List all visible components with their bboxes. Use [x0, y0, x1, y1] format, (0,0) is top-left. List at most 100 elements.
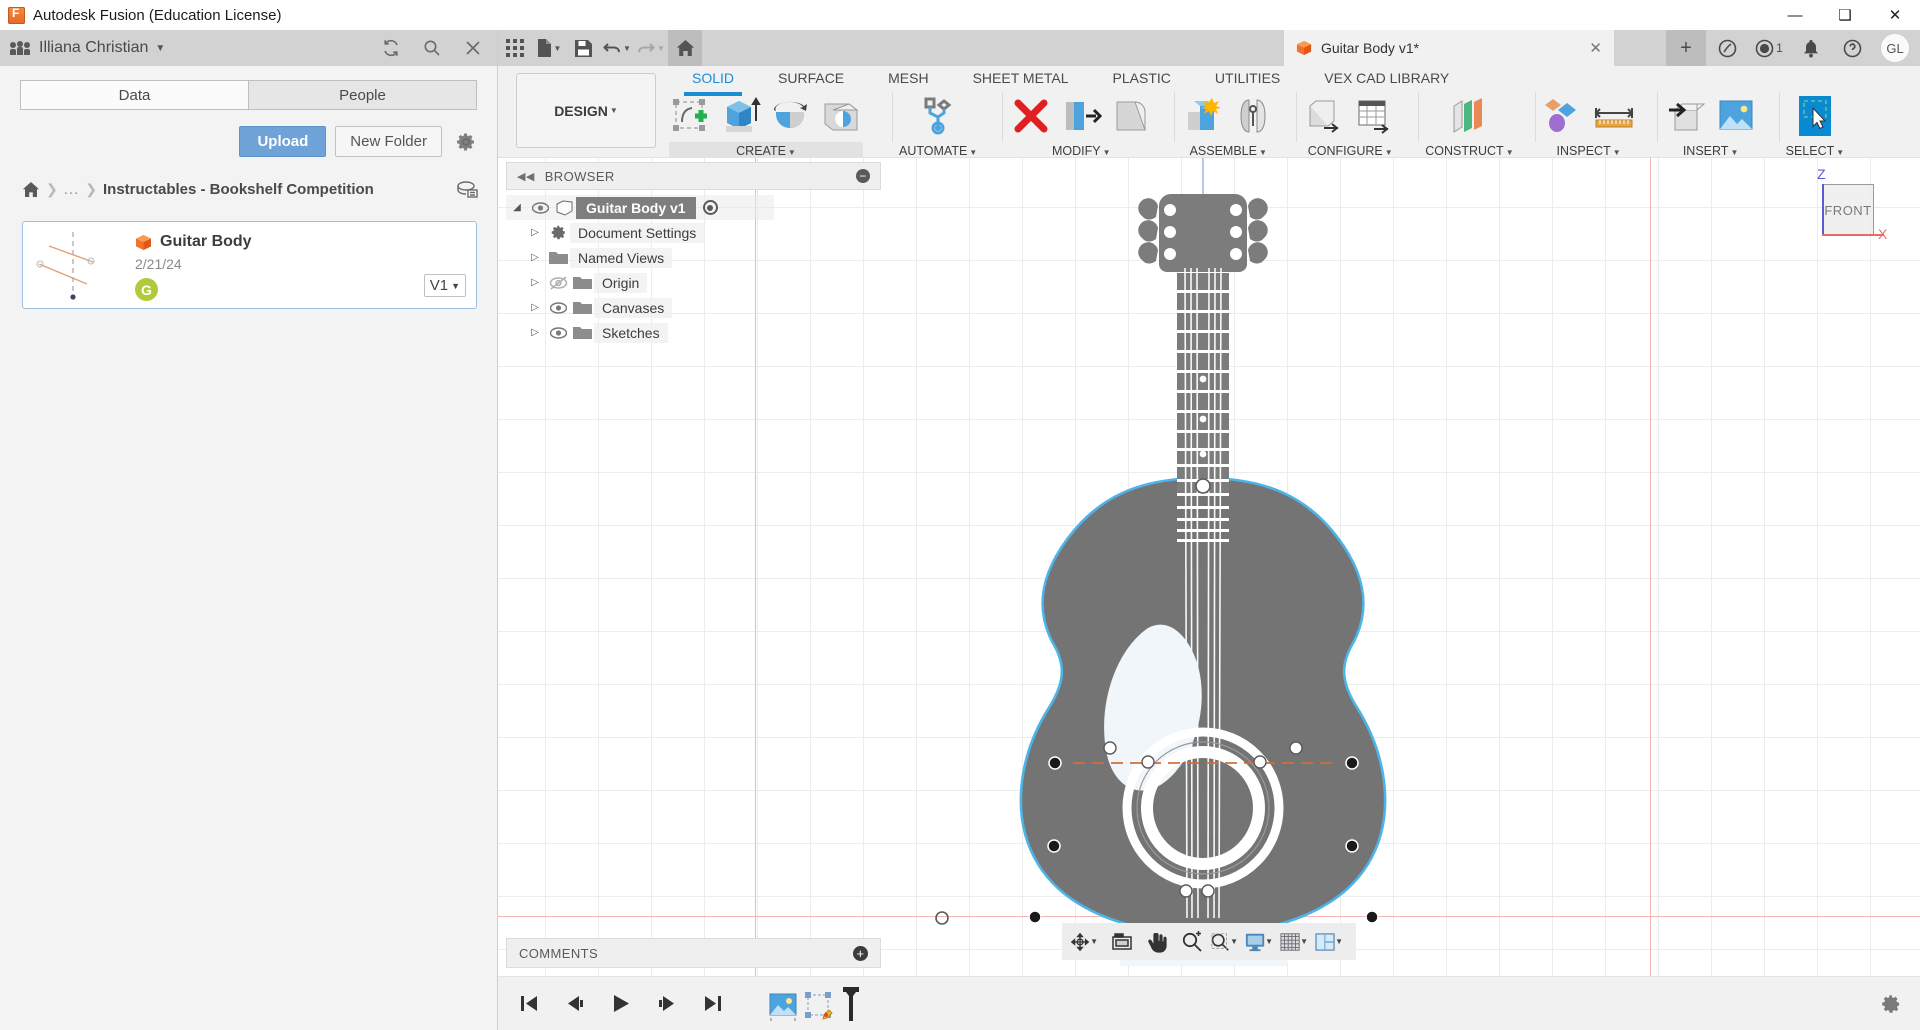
- view-cube-face[interactable]: FRONT: [1822, 184, 1874, 236]
- canvas-feature-icon[interactable]: [768, 991, 798, 1021]
- timeline-marker[interactable]: [840, 986, 862, 1021]
- chevron-down-icon[interactable]: ▼: [155, 43, 165, 54]
- gear-icon[interactable]: [455, 126, 477, 157]
- tab-mesh[interactable]: MESH: [866, 66, 950, 92]
- offset-plane-icon[interactable]: [1447, 94, 1491, 138]
- design-canvas[interactable]: ◀◀ BROWSER − ◢ Guitar Body v1 ▷ Document…: [498, 158, 1920, 976]
- minimize-button[interactable]: —: [1770, 0, 1820, 30]
- document-tab[interactable]: Guitar Body v1* ✕: [1284, 30, 1614, 66]
- tree-node-guitar-body[interactable]: ◢ Guitar Body v1: [506, 195, 774, 220]
- expand-triangle-icon[interactable]: ▷: [524, 252, 546, 263]
- visibility-eye-icon[interactable]: [546, 301, 570, 314]
- new-folder-button[interactable]: New Folder: [335, 126, 442, 157]
- visibility-hidden-icon[interactable]: [546, 275, 570, 290]
- workspace-selector[interactable]: DESIGN ▼: [516, 73, 656, 148]
- tab-sheet-metal[interactable]: SHEET METAL: [951, 66, 1091, 92]
- orbit-icon[interactable]: ▼: [1070, 925, 1103, 958]
- grid-apps-icon[interactable]: [498, 30, 532, 66]
- job-status-icon[interactable]: 1: [1748, 30, 1790, 66]
- tab-utilities[interactable]: UTILITIES: [1193, 66, 1302, 92]
- automate-icon[interactable]: [916, 94, 960, 138]
- press-pull-icon[interactable]: [1059, 94, 1103, 138]
- tab-plastic[interactable]: PLASTIC: [1091, 66, 1193, 92]
- extrude-icon[interactable]: [719, 94, 763, 138]
- tree-node-document-settings[interactable]: ▷ Document Settings: [506, 220, 881, 245]
- viewports-icon[interactable]: ▼: [1315, 925, 1348, 958]
- select-window-icon[interactable]: [1793, 94, 1837, 138]
- notifications-icon[interactable]: [1790, 30, 1832, 66]
- home-icon[interactable]: [22, 181, 40, 198]
- expand-triangle-icon[interactable]: ◢: [506, 202, 528, 213]
- tab-solid[interactable]: SOLID: [670, 66, 756, 96]
- chevron-down-icon: ▼: [451, 280, 460, 291]
- expand-triangle-icon[interactable]: ▷: [524, 302, 546, 313]
- expand-triangle-icon[interactable]: ▷: [524, 277, 546, 288]
- data-card-guitar-body[interactable]: Guitar Body 2/21/24 G V1 ▼: [22, 221, 477, 309]
- delete-icon[interactable]: [1009, 94, 1053, 138]
- joint-icon[interactable]: [1231, 94, 1275, 138]
- activate-component-radio[interactable]: [702, 200, 718, 215]
- step-back-icon[interactable]: [560, 989, 590, 1019]
- tree-node-canvases[interactable]: ▷ Canvases: [506, 295, 881, 320]
- tree-node-sketches[interactable]: ▷ Sketches: [506, 320, 881, 345]
- user-name[interactable]: Illiana Christian: [39, 39, 148, 57]
- extensions-icon[interactable]: [1706, 30, 1748, 66]
- section-analysis-icon[interactable]: [1542, 94, 1586, 138]
- display-settings-icon[interactable]: ▼: [1245, 925, 1278, 958]
- tab-people[interactable]: People: [248, 80, 477, 110]
- new-file-icon[interactable]: ▼: [532, 30, 566, 66]
- home-icon[interactable]: [668, 30, 702, 66]
- new-component-icon[interactable]: [1181, 94, 1225, 138]
- add-tab-icon[interactable]: +: [1666, 30, 1706, 66]
- breadcrumb-ellipsis[interactable]: ...: [64, 181, 80, 198]
- visibility-eye-icon[interactable]: [528, 201, 552, 214]
- upload-button[interactable]: Upload: [239, 126, 327, 157]
- insert-derive-icon[interactable]: [1664, 94, 1708, 138]
- expand-triangle-icon[interactable]: ▷: [524, 227, 546, 238]
- insert-canvas-icon[interactable]: [1714, 94, 1758, 138]
- create-sketch-icon[interactable]: [669, 94, 713, 138]
- close-panel-icon[interactable]: [463, 38, 483, 58]
- help-icon[interactable]: [1832, 30, 1874, 66]
- close-icon[interactable]: ✕: [1559, 39, 1602, 57]
- go-to-end-icon[interactable]: [698, 989, 728, 1019]
- grid-snaps-icon[interactable]: ▼: [1280, 925, 1313, 958]
- redo-icon[interactable]: ▼: [634, 30, 668, 66]
- tree-node-origin[interactable]: ▷ Origin: [506, 270, 881, 295]
- tab-data[interactable]: Data: [20, 80, 248, 110]
- visibility-eye-icon[interactable]: [546, 326, 570, 339]
- sketch-feature-icon[interactable]: [804, 991, 834, 1021]
- avatar[interactable]: GL: [1880, 33, 1910, 63]
- gear-icon[interactable]: [1880, 993, 1902, 1015]
- play-icon[interactable]: [606, 989, 636, 1019]
- tab-vex-cad-library[interactable]: VEX CAD LIBRARY: [1302, 66, 1471, 92]
- expand-triangle-icon[interactable]: ▷: [524, 327, 546, 338]
- zoom-icon[interactable]: [1175, 925, 1208, 958]
- collapse-left-icon[interactable]: ◀◀: [517, 170, 535, 183]
- version-select[interactable]: V1 ▼: [423, 274, 466, 297]
- hole-icon[interactable]: [819, 94, 863, 138]
- search-icon[interactable]: [422, 38, 442, 58]
- view-cube[interactable]: FRONT Z X: [1808, 166, 1887, 242]
- configure-icon[interactable]: [1303, 94, 1347, 138]
- configure-table-icon[interactable]: [1353, 94, 1397, 138]
- tab-surface[interactable]: SURFACE: [756, 66, 866, 92]
- panel-layout-icon[interactable]: [457, 179, 479, 199]
- close-button[interactable]: ✕: [1870, 0, 1920, 30]
- zoom-window-icon[interactable]: ▼: [1210, 925, 1243, 958]
- maximize-button[interactable]: ❑: [1820, 0, 1870, 30]
- save-icon[interactable]: [566, 30, 600, 66]
- look-at-icon[interactable]: [1105, 925, 1138, 958]
- revolve-icon[interactable]: [769, 94, 813, 138]
- pan-icon[interactable]: [1140, 925, 1173, 958]
- tree-node-named-views[interactable]: ▷ Named Views: [506, 245, 881, 270]
- minus-circle-icon[interactable]: −: [856, 169, 870, 183]
- refresh-icon[interactable]: [381, 38, 401, 58]
- measure-icon[interactable]: [1592, 94, 1636, 138]
- step-forward-icon[interactable]: [652, 989, 682, 1019]
- comments-panel[interactable]: COMMENTS +: [506, 938, 881, 968]
- plus-circle-icon[interactable]: +: [853, 945, 868, 961]
- fillet-icon[interactable]: [1109, 94, 1153, 138]
- go-to-beginning-icon[interactable]: [514, 989, 544, 1019]
- undo-icon[interactable]: ▼: [600, 30, 634, 66]
